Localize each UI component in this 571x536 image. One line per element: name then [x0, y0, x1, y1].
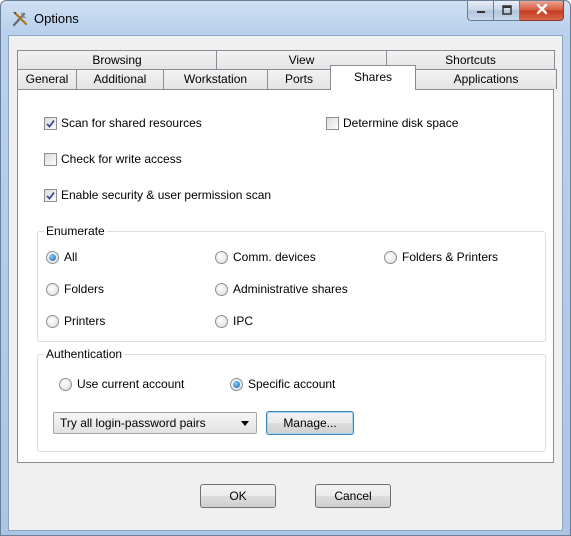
scan-shared-label: Scan for shared resources — [61, 116, 202, 130]
radio-circle — [384, 250, 397, 264]
tab-additional[interactable]: Additional — [76, 69, 164, 89]
tab-ports[interactable]: Ports — [267, 69, 331, 89]
radio-dot — [49, 253, 56, 261]
tab-browsing[interactable]: Browsing — [17, 50, 217, 70]
close-icon — [536, 3, 548, 18]
radio-circle — [59, 377, 72, 391]
maximize-button[interactable] — [494, 1, 520, 21]
minimize-icon — [476, 4, 486, 18]
tab-row-back: Browsing View Shortcuts — [17, 50, 555, 70]
enumerate-title: Enumerate — [44, 224, 107, 238]
enumerate-all-label: All — [64, 250, 78, 264]
tab-applications[interactable]: Applications — [415, 69, 557, 89]
tab-row-front: General Additional Workstation Ports Sha… — [17, 65, 557, 90]
enumerate-all-radio[interactable]: All — [46, 250, 77, 264]
authentication-title: Authentication — [44, 347, 125, 361]
radio-circle — [230, 377, 243, 391]
close-button[interactable] — [520, 1, 564, 21]
check-write-label: Check for write access — [61, 152, 182, 166]
checkbox-box — [44, 152, 57, 166]
login-mode-dropdown[interactable]: Try all login-password pairs — [53, 412, 257, 434]
caption-buttons — [467, 1, 564, 21]
specific-account-radio[interactable]: Specific account — [230, 377, 335, 391]
check-mark-icon — [46, 191, 55, 200]
radio-circle — [215, 282, 228, 296]
enumerate-folders-label: Folders — [64, 282, 105, 296]
enumerate-printers-label: Printers — [64, 314, 106, 328]
tools-icon — [11, 10, 29, 28]
window-title: Options — [34, 11, 79, 26]
tab-general[interactable]: General — [17, 69, 77, 89]
enumerate-folders-printers-label: Folders & Printers — [402, 250, 499, 264]
dialog-client-area: Browsing View Shortcuts General Addition… — [8, 35, 563, 531]
determine-disk-checkbox[interactable]: Determine disk space — [326, 116, 458, 130]
enumerate-group: Enumerate All Comm. devices Folders & Pr… — [37, 224, 546, 342]
enumerate-folders-radio[interactable]: Folders — [46, 282, 104, 296]
ok-button[interactable]: OK — [200, 484, 276, 508]
enumerate-folders-printers-radio[interactable]: Folders & Printers — [384, 250, 498, 264]
use-current-account-label: Use current account — [77, 377, 185, 391]
enumerate-admin-shares-label: Administrative shares — [233, 282, 348, 296]
radio-dot — [233, 380, 240, 388]
scan-shared-checkbox[interactable]: Scan for shared resources — [44, 116, 202, 130]
minimize-button[interactable] — [467, 1, 494, 21]
title-bar[interactable]: Options — [1, 1, 570, 35]
specific-account-label: Specific account — [248, 377, 336, 391]
enumerate-comm-devices-label: Comm. devices — [233, 250, 316, 264]
radio-circle — [215, 250, 228, 264]
tab-shares[interactable]: Shares — [330, 65, 416, 90]
enumerate-comm-devices-radio[interactable]: Comm. devices — [215, 250, 316, 264]
enumerate-admin-shares-radio[interactable]: Administrative shares — [215, 282, 348, 296]
shares-tab-panel: Scan for shared resources Determine disk… — [17, 89, 554, 463]
radio-circle — [46, 282, 59, 296]
maximize-icon — [501, 4, 512, 18]
login-mode-value: Try all login-password pairs — [60, 416, 206, 430]
radio-circle — [46, 314, 59, 328]
manage-button[interactable]: Manage... — [266, 411, 354, 435]
chevron-down-icon — [241, 421, 249, 426]
authentication-group: Authentication Use current account Speci… — [37, 347, 546, 452]
enable-security-label: Enable security & user permission scan — [61, 188, 272, 202]
check-write-checkbox[interactable]: Check for write access — [44, 152, 182, 166]
enumerate-printers-radio[interactable]: Printers — [46, 314, 105, 328]
checkbox-box — [326, 116, 339, 130]
cancel-button[interactable]: Cancel — [315, 484, 391, 508]
checkbox-box — [44, 116, 57, 130]
radio-circle — [215, 314, 228, 328]
options-window: Options Browsing View Shortcuts General … — [0, 0, 571, 536]
enumerate-ipc-label: IPC — [233, 314, 254, 328]
use-current-account-radio[interactable]: Use current account — [59, 377, 184, 391]
tab-workstation[interactable]: Workstation — [163, 69, 268, 89]
enable-security-checkbox[interactable]: Enable security & user permission scan — [44, 188, 271, 202]
checkbox-box — [44, 188, 57, 202]
check-mark-icon — [46, 119, 55, 128]
enumerate-ipc-radio[interactable]: IPC — [215, 314, 253, 328]
determine-disk-label: Determine disk space — [343, 116, 459, 130]
radio-circle — [46, 250, 59, 264]
